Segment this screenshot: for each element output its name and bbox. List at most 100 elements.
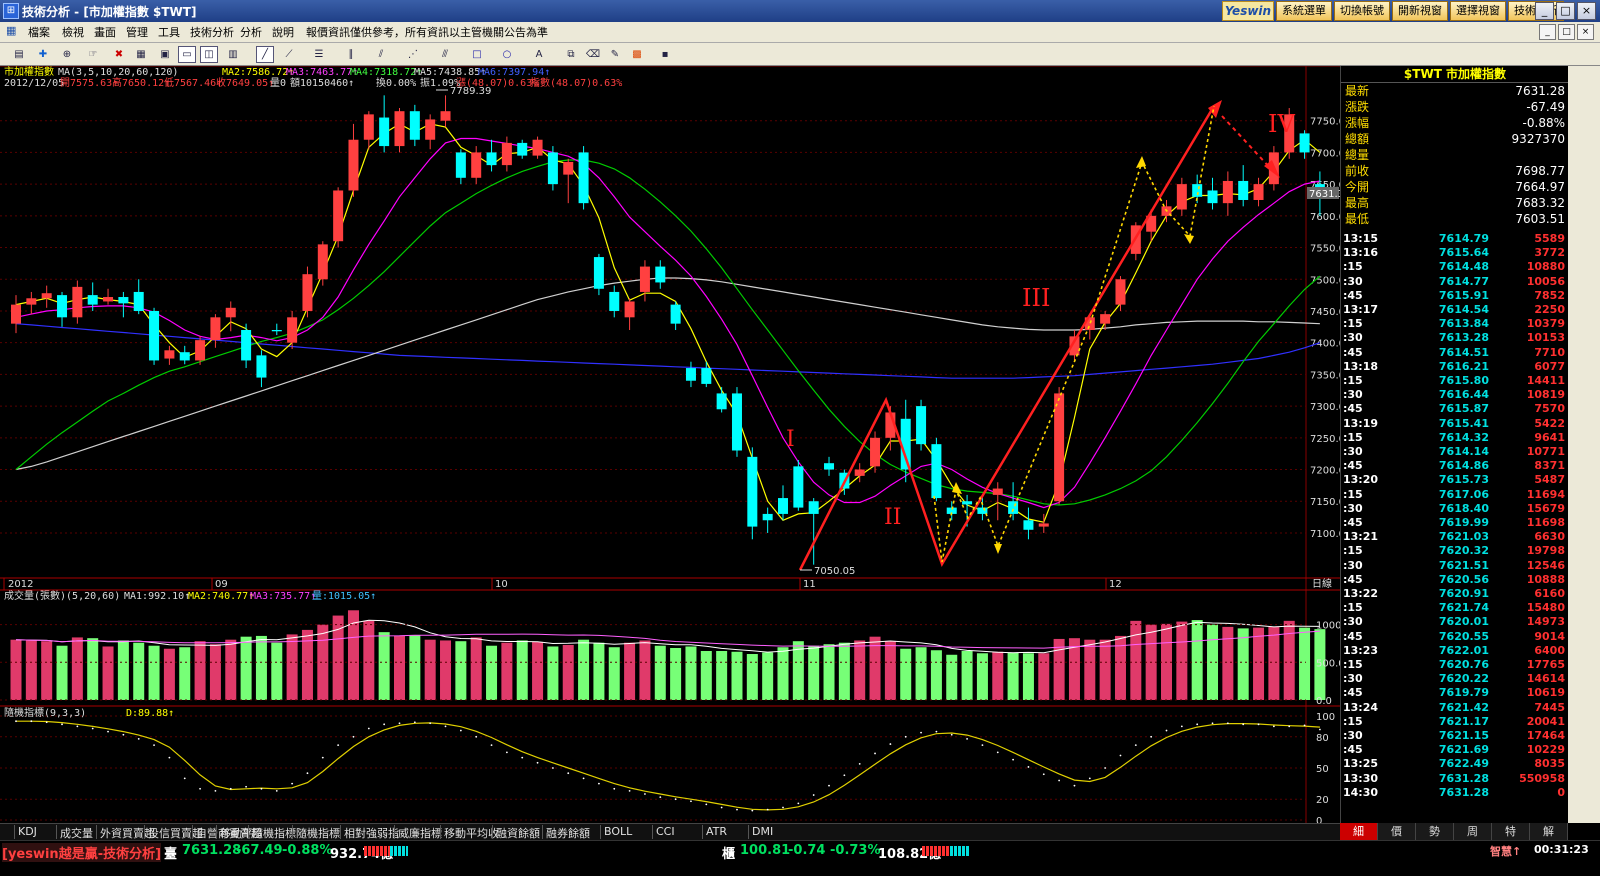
wave-iv-projection[interactable] bbox=[1221, 115, 1273, 171]
channel-icon[interactable]: ⫻ bbox=[436, 46, 454, 63]
kd-k-dot bbox=[214, 789, 217, 792]
quote-tab-explain[interactable]: 解 bbox=[1530, 823, 1568, 840]
tab-system-menu[interactable]: 系統選單 bbox=[1276, 1, 1332, 21]
elliott-wave-drawing[interactable]: I II III IV bbox=[786, 100, 1295, 571]
menu-help[interactable]: 說明 bbox=[272, 24, 294, 40]
vertical-lines-icon[interactable]: ∥ bbox=[342, 46, 360, 63]
volume-bar bbox=[639, 640, 651, 700]
indicator-tab[interactable]: BOLL bbox=[604, 825, 632, 838]
close-button[interactable]: × bbox=[1577, 2, 1596, 20]
delete-drawing-icon[interactable]: ✎ bbox=[606, 46, 624, 63]
price-axis-tick: 7300.0 bbox=[1310, 402, 1340, 413]
indicator-tab[interactable]: 投信買賣超 bbox=[148, 825, 203, 841]
indicator-tab[interactable]: 相對強弱指 bbox=[344, 825, 399, 841]
candle bbox=[578, 146, 589, 210]
kd-k-dot bbox=[1027, 766, 1030, 768]
candle-body bbox=[1023, 520, 1034, 530]
quote-tab-trend[interactable]: 勢 bbox=[1416, 823, 1454, 840]
save-icon[interactable]: ▪ bbox=[656, 46, 674, 63]
split-icon[interactable]: ◫ bbox=[200, 46, 218, 63]
chart-area[interactable]: 7750.07700.07650.07600.07550.07500.07450… bbox=[0, 66, 1340, 823]
horizontal-line-icon[interactable]: ☰ bbox=[310, 46, 328, 63]
eraser-icon[interactable]: ⌫ bbox=[584, 46, 602, 63]
picture-icon[interactable]: ▣ bbox=[156, 46, 174, 63]
maximize-button[interactable]: □ bbox=[1556, 2, 1575, 20]
cursor-icon[interactable]: ☞ bbox=[84, 46, 102, 63]
mdi-close-button[interactable]: × bbox=[1577, 24, 1594, 40]
ellipse-icon[interactable]: ○ bbox=[498, 46, 516, 63]
twse-down-meter bbox=[390, 846, 408, 856]
tab-select-window[interactable]: 選擇視窗 bbox=[1450, 1, 1506, 21]
quote-tab-special[interactable]: 特 bbox=[1492, 823, 1530, 840]
indicator-tab[interactable]: 外資買賣超 bbox=[100, 825, 155, 841]
wave-line-red[interactable] bbox=[798, 105, 1216, 571]
quote-tab-detail[interactable]: 細 bbox=[1340, 823, 1378, 840]
menu-screen[interactable]: 畫面 bbox=[94, 24, 116, 40]
quote-tab-week[interactable]: 周 bbox=[1454, 823, 1492, 840]
indicator-tab[interactable]: DMI bbox=[752, 825, 773, 838]
menu-file[interactable]: 檔案 bbox=[28, 24, 50, 40]
menu-tools[interactable]: 工具 bbox=[158, 24, 180, 40]
minimize-button[interactable]: _ bbox=[1535, 2, 1554, 20]
candle bbox=[179, 345, 190, 365]
right-scroll-area[interactable] bbox=[1568, 66, 1600, 823]
otc-label: 櫃 bbox=[722, 847, 736, 862]
price-axis-tick: 7700.0 bbox=[1310, 148, 1340, 159]
indicator-tab[interactable]: CCI bbox=[656, 825, 675, 838]
title-bar: ⊞ 技術分析 - [市加權指數 $TWT] Yeswin 系統選單 切換帳號 開… bbox=[0, 0, 1600, 22]
tick-row[interactable]: 14:30 7631.28 0 bbox=[1341, 785, 1569, 801]
menu-technical-analysis[interactable]: 技術分析 bbox=[190, 24, 234, 40]
window-icon[interactable]: ▭ bbox=[178, 46, 196, 63]
tab-separator bbox=[748, 825, 749, 839]
tab-new-window[interactable]: 開新視窗 bbox=[1392, 1, 1448, 21]
menu-analysis[interactable]: 分析 bbox=[240, 24, 262, 40]
volume-bar bbox=[731, 651, 743, 700]
tab-switch-account[interactable]: 切換帳號 bbox=[1334, 1, 1390, 21]
quote-row-label: 總量 bbox=[1345, 148, 1370, 162]
panel-icon[interactable]: ▥ bbox=[224, 46, 242, 63]
copy-icon[interactable]: ⧉ bbox=[562, 46, 580, 63]
mdi-restore-button[interactable]: □ bbox=[1558, 24, 1575, 40]
mdi-doc-icon[interactable]: ▦ bbox=[6, 24, 16, 37]
quote-tab-price[interactable]: 價 bbox=[1378, 823, 1416, 840]
indicator-tab[interactable]: 移動平均收 bbox=[444, 825, 499, 841]
volume-bar bbox=[1222, 626, 1234, 700]
otc-change: -0.74 bbox=[788, 843, 826, 858]
gann-icon[interactable]: ⋰ bbox=[404, 46, 422, 63]
indicator-tab[interactable]: 成交量 bbox=[60, 825, 93, 841]
crosshair-icon[interactable]: ✚ bbox=[34, 46, 52, 63]
grid-icon[interactable]: ▦ bbox=[132, 46, 150, 63]
chart-canvas[interactable]: 7750.07700.07650.07600.07550.07500.07450… bbox=[0, 66, 1340, 823]
candle bbox=[1207, 177, 1218, 210]
last-price-tag-text: 7631.3 bbox=[1309, 189, 1340, 200]
zoom-in-icon[interactable]: ⊕ bbox=[58, 46, 76, 63]
chart-layout-icon[interactable]: ▤ bbox=[10, 46, 28, 63]
volume-ma3: MA3:735.77↑ bbox=[250, 591, 316, 602]
candle bbox=[670, 301, 681, 330]
rectangle-icon[interactable]: □ bbox=[468, 46, 486, 63]
candle-body bbox=[164, 350, 175, 359]
menu-manage[interactable]: 管理 bbox=[126, 24, 148, 40]
indicator-tab[interactable]: 隨機指標 bbox=[296, 825, 340, 841]
draw-line-icon[interactable]: ╱ bbox=[256, 46, 274, 63]
text-tool-icon[interactable]: A bbox=[530, 46, 548, 63]
volume-bar bbox=[148, 645, 160, 700]
indicator-tab[interactable]: 隨機指標 bbox=[252, 825, 296, 841]
fibonacci-fan-icon[interactable]: ⫽ bbox=[372, 46, 390, 63]
trend-line-icon[interactable]: ⟋ bbox=[280, 46, 298, 63]
candle-body bbox=[870, 437, 881, 467]
indicator-tab[interactable]: 威廉指標 bbox=[398, 825, 442, 841]
indicator-tab[interactable]: ATR bbox=[706, 825, 727, 838]
indicator-tab[interactable]: 融資餘額 bbox=[496, 825, 540, 841]
menu-view[interactable]: 檢視 bbox=[62, 24, 84, 40]
indicator-tab[interactable]: 融券餘額 bbox=[546, 825, 590, 841]
close-chart-icon[interactable]: ✖ bbox=[110, 46, 128, 63]
kd-k-dot bbox=[797, 802, 800, 805]
kd-k-dot bbox=[1042, 773, 1045, 776]
candle bbox=[149, 307, 160, 365]
indicator-tab[interactable]: KDJ bbox=[18, 825, 37, 838]
palette-icon[interactable]: ▩ bbox=[628, 46, 646, 63]
mdi-minimize-button[interactable]: _ bbox=[1539, 24, 1556, 40]
candle-body bbox=[179, 352, 190, 361]
candle-body bbox=[916, 406, 927, 445]
